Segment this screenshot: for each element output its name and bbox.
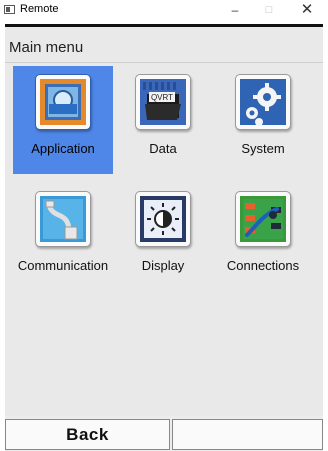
minimize-button[interactable]: – (220, 0, 250, 20)
maximize-button[interactable]: □ (254, 0, 284, 20)
window-title: Remote (20, 3, 59, 15)
title-bar[interactable]: Remote – □ ✕ (0, 0, 328, 20)
menu-item-system[interactable]: System (213, 66, 313, 174)
close-button[interactable]: ✕ (292, 0, 322, 20)
cable-icon (35, 191, 91, 247)
remote-window: Remote – □ ✕ Main menu Application QVRT … (0, 0, 328, 451)
menu-item-label: Display (141, 258, 185, 273)
app-window-icon (4, 5, 15, 14)
menu-item-label: Data (149, 141, 177, 156)
menu-item-connections[interactable]: Connections (213, 183, 313, 291)
menu-item-label: Application (31, 141, 95, 156)
menu-item-label: Connections (226, 258, 300, 273)
menu-item-data[interactable]: QVRT Data (113, 66, 213, 174)
menu-item-application[interactable]: Application (13, 66, 113, 174)
header-divider (5, 62, 323, 63)
menu-item-communication[interactable]: Communication (13, 183, 113, 291)
connections-icon (235, 191, 291, 247)
menu-item-label: Communication (17, 258, 109, 273)
brightness-icon (135, 191, 191, 247)
right-soft-button[interactable] (172, 419, 323, 450)
page-title: Main menu (9, 39, 84, 56)
device-screen: Main menu Application QVRT Data System C… (5, 24, 323, 451)
application-icon (35, 74, 91, 130)
gears-icon (235, 74, 291, 130)
back-button-label: Back (66, 425, 109, 444)
svg-text:QVRT: QVRT (151, 93, 173, 102)
back-button[interactable]: Back (5, 419, 170, 450)
menu-header: Main menu (5, 30, 323, 63)
data-folder-icon: QVRT (135, 74, 191, 130)
soft-key-bar: Back (5, 416, 323, 451)
menu-item-label: System (241, 141, 285, 156)
menu-item-display[interactable]: Display (113, 183, 213, 291)
